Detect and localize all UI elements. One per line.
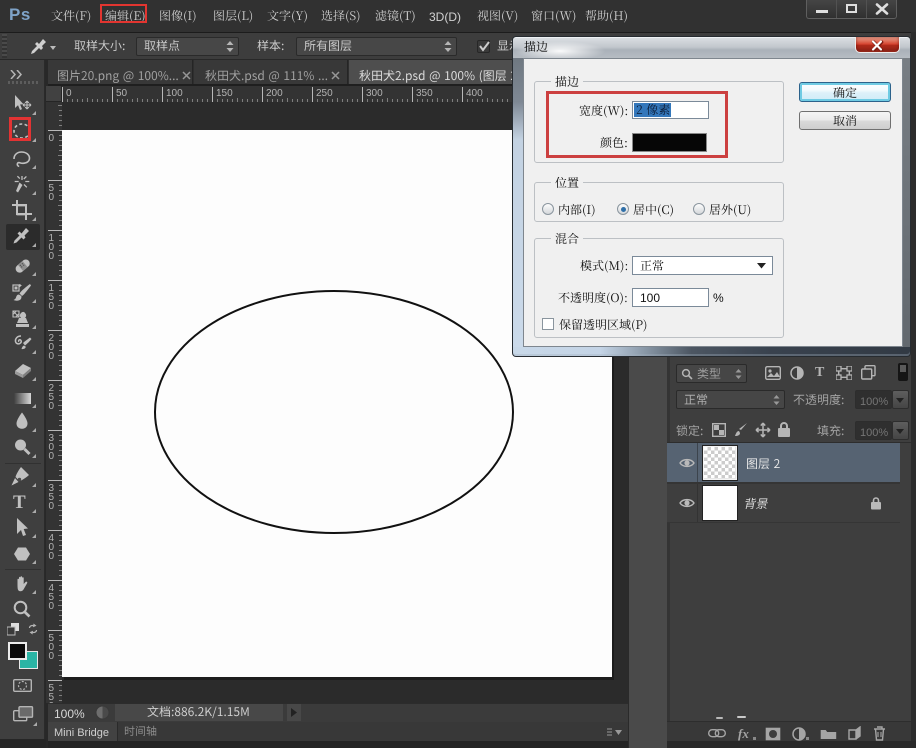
svg-text:250: 250 [316,88,333,99]
svg-text:0: 0 [49,701,55,703]
svg-text:350: 350 [416,88,433,99]
svg-text:0: 0 [49,501,55,512]
svg-text:0: 0 [49,401,55,412]
svg-text:300: 300 [366,88,383,99]
svg-text:0: 0 [66,88,72,99]
svg-text:0: 0 [49,251,55,262]
svg-text:150: 150 [216,88,233,99]
svg-text:0: 0 [49,301,55,312]
svg-text:0: 0 [49,651,55,662]
svg-text:50: 50 [116,88,128,99]
svg-text:0: 0 [49,133,55,144]
svg-text:400: 400 [466,88,483,99]
svg-text:0: 0 [49,351,55,362]
svg-text:0: 0 [49,192,55,203]
svg-text:0: 0 [49,601,55,612]
svg-text:0: 0 [49,551,55,562]
svg-text:0: 0 [49,451,55,462]
svg-text:100: 100 [166,88,183,99]
svg-text:200: 200 [266,88,283,99]
